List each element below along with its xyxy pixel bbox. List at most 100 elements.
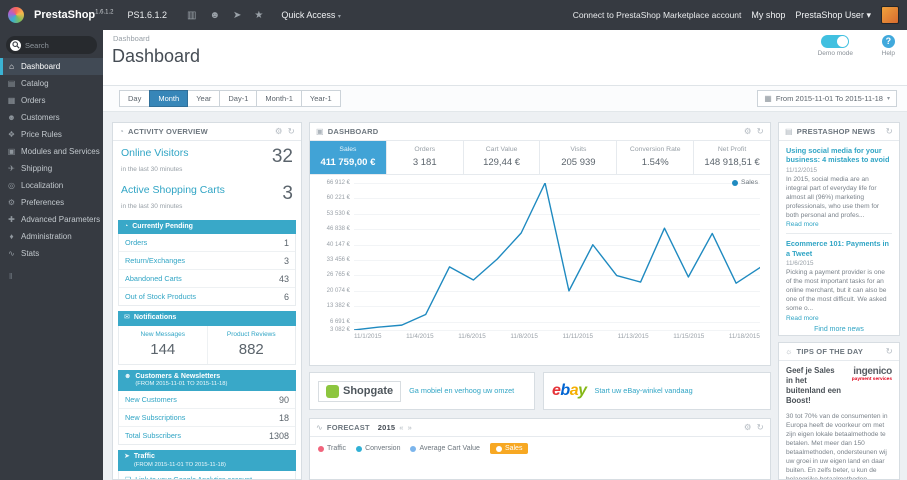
refresh-icon[interactable]: ↻ [886,346,893,357]
rocket-icon[interactable]: ➤ [233,10,241,21]
kpi-sales[interactable]: Sales 411 759,00 € [310,141,387,174]
ebay-link[interactable]: Start uw eBay-winkel vandaag [595,386,693,395]
filter-month-1-button[interactable]: Month-1 [256,90,302,107]
sidebar-item-shipping[interactable]: ✈ Shipping [0,160,103,177]
localization-icon: ◎ [8,181,15,190]
online-visitors-value: 32 [271,146,293,167]
sidebar-item-administration[interactable]: ♦ Administration [0,228,103,245]
product-reviews-cell[interactable]: Product Reviews 882 [206,325,296,364]
kpi-visits[interactable]: Visits 205 939 [540,141,618,174]
cart-icon[interactable]: ▥ [187,10,196,21]
search-input[interactable] [25,40,95,50]
chart-line-svg [354,183,760,330]
find-more-news-link[interactable]: Find more news [786,326,892,333]
notifications-header: ✉ Notifications [118,311,296,326]
sidebar-item-customers[interactable]: ☻ Customers [0,109,103,126]
active-carts-link[interactable]: Active Shopping Carts [121,184,225,196]
online-visitors-link[interactable]: Online Visitors [121,147,189,159]
gear-icon[interactable]: ⚙ [275,126,283,137]
user-avatar[interactable] [881,6,899,24]
main-content: Dashboard Dashboard Demo mode ? Help Day… [103,30,907,480]
ebay-panel: ebay Start uw eBay-winkel vandaag [543,372,771,410]
shopgate-logo: Shopgate [318,380,402,402]
trophy-icon[interactable]: ★ [254,10,263,21]
pending-returns-link[interactable]: Return/Exchanges [125,256,185,265]
x-tick-label: 11/4/2015 [406,333,434,340]
kpi-conversion-rate[interactable]: Conversion Rate 1.54% [617,141,695,174]
sidebar-item-modules[interactable]: ▣ Modules and Services [0,143,103,160]
next-icon[interactable]: » [408,423,412,432]
demo-mode-toggle[interactable] [821,35,850,48]
dashboard-panel-title: DASHBOARD [327,127,379,136]
traffic-title: Traffic [133,453,155,461]
date-filter-bar: Day Month Year Day-1 Month-1 Year-1 ▦ Fr… [103,86,907,112]
filter-year-button[interactable]: Year [187,90,221,107]
my-shop-link[interactable]: My shop [751,10,785,20]
filter-month-button[interactable]: Month [149,90,189,107]
date-range-picker[interactable]: ▦ From 2015-11-01 To 2015-11-18 ▾ [757,90,897,107]
forecast-panel-header: ∿ FORECAST 2015 « » ⚙ ↻ [310,419,770,437]
person-icon[interactable]: ☻ [209,10,220,21]
news-article-title[interactable]: Ecommerce 101: Payments in a Tweet [786,239,892,258]
news-article-title[interactable]: Using social media for your business: 4 … [786,146,892,165]
collapse-sidebar-icon[interactable]: ‖ [9,272,103,281]
catalog-icon: ▤ [7,79,16,88]
read-more-link[interactable]: Read more [786,221,892,228]
refresh-icon[interactable]: ↻ [886,126,893,137]
gear-icon[interactable]: ⚙ [744,422,752,433]
page-title: Dashboard [112,46,201,66]
new-messages-cell[interactable]: New Messages 144 [119,326,207,364]
kpi-net-profit[interactable]: Net Profit 148 918,51 € [694,141,770,174]
sidebar-item-preferences[interactable]: ⚙ Preferences [0,194,103,211]
ingenico-name: ingenico [853,366,892,377]
notifications-cells: New Messages 144 Product Reviews 882 [118,325,296,365]
chart-legend[interactable]: Sales [731,179,758,186]
refresh-icon[interactable]: ↻ [757,422,764,433]
filter-day-button[interactable]: Day [119,90,151,107]
list-item: Abandoned Carts 43 [119,270,295,289]
filter-day-1-button[interactable]: Day-1 [219,90,258,107]
total-subscribers-link[interactable]: Total Subscribers [125,431,181,440]
new-messages-label: New Messages [140,330,185,338]
refresh-icon[interactable]: ↻ [288,126,295,137]
sidebar-menu: ⌂ Dashboard ▤ Catalog ▦ Orders ☻ Custome… [0,58,103,262]
new-customers-link[interactable]: New Customers [125,395,177,404]
kpi-value: 411 759,00 € [320,157,376,168]
sidebar-item-label: Customers [21,113,60,122]
sidebar-item-orders[interactable]: ▦ Orders [0,92,103,109]
new-subscriptions-link[interactable]: New Subscriptions [125,413,185,422]
sidebar-item-advanced-parameters[interactable]: ✚ Advanced Parameters [0,211,103,228]
sidebar-item-localization[interactable]: ◎ Localization [0,177,103,194]
pending-orders-link[interactable]: Orders [125,238,147,247]
kpi-orders[interactable]: Orders 3 181 [387,141,464,174]
marketplace-link[interactable]: Connect to PrestaShop Marketplace accoun… [573,10,742,20]
sidebar-item-catalog[interactable]: ▤ Catalog [0,75,103,92]
google-analytics-link[interactable]: ❏ Link to your Google Analytics account [119,471,295,479]
out-of-stock-link[interactable]: Out of Stock Products [125,292,196,301]
forecast-year[interactable]: 2015 [378,423,396,432]
customers-newsletters-header: ☻ Customers & Newsletters (FROM 2015-11-… [118,369,296,392]
help-icon[interactable]: ? [881,35,895,48]
refresh-icon[interactable]: ↻ [757,126,764,137]
shopgate-link[interactable]: Ga mobiel en verhoog uw omzet [409,386,514,395]
sidebar: ⌂ Dashboard ▤ Catalog ▦ Orders ☻ Custome… [0,30,103,480]
previous-icon[interactable]: « [399,423,403,432]
tips-panel: ☼ TIPS OF THE DAY ↻ Geef je Sales in het… [778,342,900,480]
quick-access-menu[interactable]: Quick Access ▾ [281,10,341,20]
forecast-legend-average-cart-value[interactable]: Average Cart Value [410,445,480,452]
forecast-legend-conversion[interactable]: Conversion [356,445,400,452]
kpi-cart-value[interactable]: Cart Value 129,44 € [464,141,541,174]
sidebar-item-dashboard[interactable]: ⌂ Dashboard [0,58,103,75]
sidebar-item-stats[interactable]: ∿ Stats [0,245,103,262]
gear-icon[interactable]: ⚙ [744,126,752,137]
abandoned-carts-link[interactable]: Abandoned Carts [125,274,182,283]
y-tick-label: 46 838 € [326,226,350,233]
user-menu[interactable]: PrestaShop User ▾ [795,10,871,21]
sidebar-search [6,36,97,54]
kpi-value: 3 181 [412,157,437,168]
read-more-link[interactable]: Read more [786,315,892,322]
filter-year-1-button[interactable]: Year-1 [300,90,341,107]
forecast-legend-sales[interactable]: Sales [489,443,529,454]
forecast-legend-traffic[interactable]: Traffic [318,445,346,452]
sidebar-item-price-rules[interactable]: ❖ Price Rules [0,126,103,143]
